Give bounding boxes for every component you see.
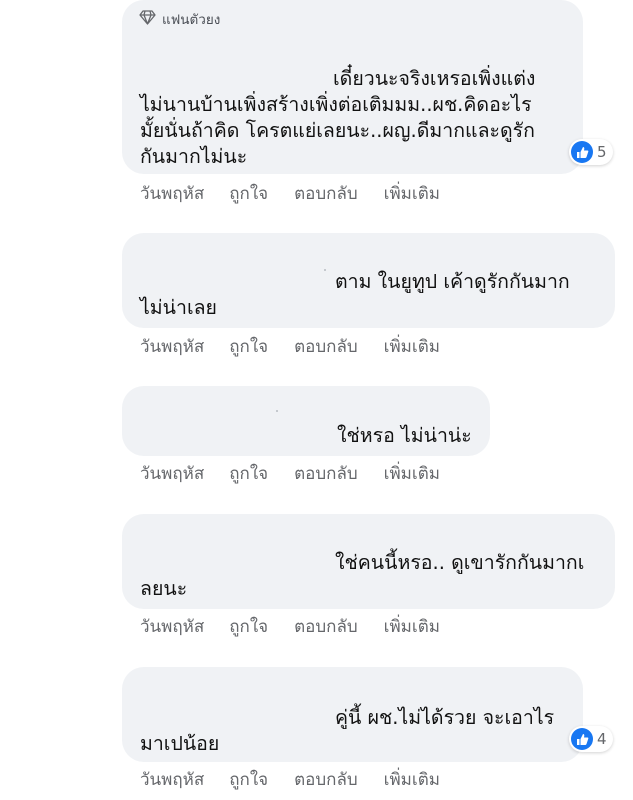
like-button[interactable]: ถูกใจ [229,617,268,637]
comment-actions: วันพฤหัส ถูกใจ ตอบกลับ เพิ่มเติม [140,770,466,790]
comment-text-line: ลยนะ [140,577,188,600]
reaction-count-number: 5 [597,143,607,161]
more-button[interactable]: เพิ่มเติม [384,337,440,357]
more-button[interactable]: เพิ่มเติม [384,464,440,484]
comment-timestamp[interactable]: วันพฤหัส [140,337,204,357]
reply-button[interactable]: ตอบกลับ [294,464,358,484]
comment-bubble: ใช่คนนี้หรอ.. ดูเขารักกันมากเ ลยนะ [122,514,615,609]
like-button[interactable]: ถูกใจ [229,337,268,357]
comment-text-line: มาเปน้อย [140,732,220,755]
comment-actions: วันพฤหัส ถูกใจ ตอบกลับ เพิ่มเติม [140,184,466,204]
reaction-count[interactable]: 4 [569,726,613,752]
like-button[interactable]: ถูกใจ [229,184,268,204]
comment-timestamp[interactable]: วันพฤหัส [140,617,204,637]
comment-actions: วันพฤหัส ถูกใจ ตอบกลับ เพิ่มเติม [140,617,466,637]
like-button[interactable]: ถูกใจ [229,464,268,484]
comment-timestamp[interactable]: วันพฤหัส [140,464,204,484]
like-reaction-icon [571,141,593,163]
comment-text-line: ไม่นานบ้านเพิ่งสร้างเพิ่งต่อเติมมม..ผช.ค… [140,93,532,116]
comment-timestamp[interactable]: วันพฤหัส [140,184,204,204]
comment-bubble: ใช่หรอ ไม่น่าน่ะ [122,386,490,456]
reaction-count[interactable]: 5 [569,139,613,165]
comment-timestamp[interactable]: วันพฤหัส [140,770,204,790]
comment-bubble: คู่นี้ ผช.ไม่ได้รวย จะเอาไร มาเปน้อย [122,667,583,762]
decorative-dot [276,410,278,412]
comment-bubble: แฟนตัวยง เดี๋ยวนะจริงเหรอเพิ่งแต่ง ไม่นา… [122,0,583,174]
comment-text-line: ไม่น่าเลย [140,296,217,319]
comment-text-line: มั้ยนั่นถ้าคิด โครตแย่เลยนะ..ผญ.ดีมากและ… [140,119,535,142]
comment-text-line: คู่นี้ ผช.ไม่ได้รวย จะเอาไร [335,706,555,729]
decorative-dot [324,269,326,271]
more-button[interactable]: เพิ่มเติม [384,617,440,637]
reaction-count-number: 4 [597,730,607,748]
reply-button[interactable]: ตอบกลับ [294,184,358,204]
comment-text-line: ตาม ในยูทูป เค้าดูรักกันมาก [335,270,570,293]
comment-actions: วันพฤหัส ถูกใจ ตอบกลับ เพิ่มเติม [140,337,466,357]
more-button[interactable]: เพิ่มเติม [384,770,440,790]
comment-text-line: ใช่คนนี้หรอ.. ดูเขารักกันมากเ [335,551,585,574]
top-fan-badge: แฟนตัวยง [139,10,220,29]
comment-actions: วันพฤหัส ถูกใจ ตอบกลับ เพิ่มเติม [140,464,466,484]
comment-bubble: ตาม ในยูทูป เค้าดูรักกันมาก ไม่น่าเลย [122,233,615,328]
top-fan-label: แฟนตัวยง [162,11,221,28]
like-button[interactable]: ถูกใจ [229,770,268,790]
reply-button[interactable]: ตอบกลับ [294,337,358,357]
comment-text-line: กันมากไม่นะ [140,145,248,168]
reply-button[interactable]: ตอบกลับ [294,617,358,637]
reply-button[interactable]: ตอบกลับ [294,770,358,790]
comment-text-line: เดี๋ยวนะจริงเหรอเพิ่งแต่ง [333,67,536,90]
comment-text-line: ใช่หรอ ไม่น่าน่ะ [337,424,472,447]
like-reaction-icon [571,728,593,750]
diamond-icon [139,10,156,29]
more-button[interactable]: เพิ่มเติม [384,184,440,204]
